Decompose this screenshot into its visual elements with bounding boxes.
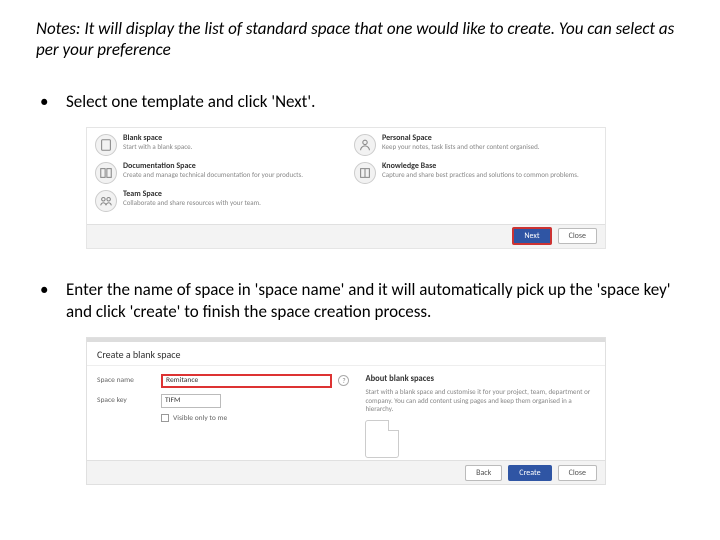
template-team-space[interactable]: Team Space Collaborate and share resourc… [95,190,338,212]
step-1: • Select one template and click 'Next'. [36,91,684,113]
help-icon[interactable]: ? [338,375,349,386]
template-desc: Start with a blank space. [123,143,192,151]
docs-icon [95,162,117,184]
template-desc: Capture and share best practices and sol… [382,171,579,179]
template-knowledge-base[interactable]: Knowledge Base Capture and share best pr… [354,162,597,184]
close-button[interactable]: Close [558,465,597,481]
step-2: • Enter the name of space in 'space name… [36,279,684,323]
space-key-label: Space key [97,396,155,405]
step-1-text: Select one template and click 'Next'. [66,91,684,113]
notes-text: Notes: It will display the list of stand… [36,18,684,61]
close-button[interactable]: Close [558,228,597,244]
create-space-dialog-screenshot: Create a blank space Space name Remitanc… [86,337,606,485]
book-icon [354,162,376,184]
about-title: About blank spaces [365,374,595,384]
dialog-title: Create a blank space [87,342,605,366]
visible-only-label: Visible only to me [173,414,227,423]
step-2-text: Enter the name of space in 'space name' … [66,279,684,323]
bullet-dot: • [36,279,66,323]
create-button[interactable]: Create [508,465,551,481]
page-icon [365,420,399,458]
template-desc: Collaborate and share resources with you… [123,199,261,207]
template-documentation-space[interactable]: Documentation Space Create and manage te… [95,162,338,184]
team-icon [95,190,117,212]
template-desc: Create and manage technical documentatio… [123,171,303,179]
space-key-input[interactable]: TIFM [161,394,221,408]
template-list-screenshot: Blank space Start with a blank space. Do… [86,127,606,249]
back-button[interactable]: Back [465,465,502,481]
template-personal-space[interactable]: Personal Space Keep your notes, task lis… [354,134,597,156]
space-name-input[interactable]: Remitance [161,374,332,388]
page-icon [95,134,117,156]
space-name-label: Space name [97,376,155,385]
about-text: Start with a blank space and customise i… [365,388,595,414]
template-desc: Keep your notes, task lists and other co… [382,143,540,151]
bullet-dot: • [36,91,66,113]
person-icon [354,134,376,156]
next-button[interactable]: Next [512,227,551,245]
template-blank-space[interactable]: Blank space Start with a blank space. [95,134,338,156]
visible-only-checkbox[interactable] [161,414,169,422]
